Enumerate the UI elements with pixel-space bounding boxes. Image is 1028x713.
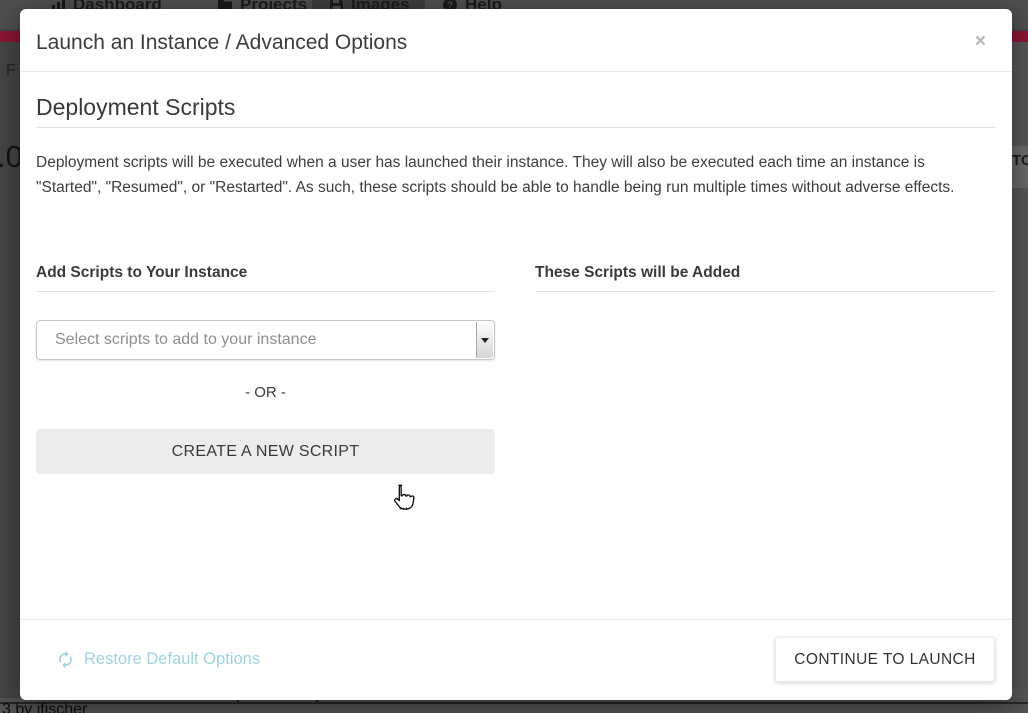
restore-default-options-link[interactable]: Restore Default Options [56,650,260,669]
add-scripts-heading: Add Scripts to Your Instance [36,264,495,292]
background-bottom-strip: 3 by jfischer [0,698,1028,713]
continue-to-launch-button[interactable]: CONTINUE TO LAUNCH [775,637,995,682]
scripts-select-placeholder: Select scripts to add to your instance [55,331,316,349]
background-table-border [0,702,1028,704]
restore-default-options-label: Restore Default Options [84,650,260,669]
modal-header: Launch an Instance / Advanced Options × [20,9,1012,72]
added-scripts-heading: These Scripts will be Added [535,264,996,292]
advanced-options-modal: Launch an Instance / Advanced Options × … [20,9,1012,700]
or-separator-text: - OR - [36,384,495,402]
mouse-pointer-icon [388,483,415,519]
add-scripts-column: Add Scripts to Your Instance Select scri… [36,264,495,474]
scripts-select[interactable]: Select scripts to add to your instance [36,320,495,360]
select-dropdown-arrow-icon [476,322,493,358]
create-script-button[interactable]: CREATE A NEW SCRIPT [36,429,495,474]
background-right-strip [1012,42,1028,698]
modal-footer: Restore Default Options CONTINUE TO LAUN… [20,619,1012,700]
background-button-fragment-label: TO [1012,152,1028,169]
background-owner-fragment: 3 by jfischer [2,701,87,713]
background-link-fragment: F [6,62,16,80]
modal-title: Launch an Instance / Advanced Options [36,31,992,55]
section-heading: Deployment Scripts [36,94,996,128]
modal-body: Deployment Scripts Deployment scripts wi… [20,94,1012,474]
refresh-icon [56,650,75,669]
columns-container: Add Scripts to Your Instance Select scri… [36,264,996,474]
added-scripts-column: These Scripts will be Added [535,264,996,474]
section-description: Deployment scripts will be executed when… [36,150,962,200]
close-icon[interactable]: × [975,32,986,51]
